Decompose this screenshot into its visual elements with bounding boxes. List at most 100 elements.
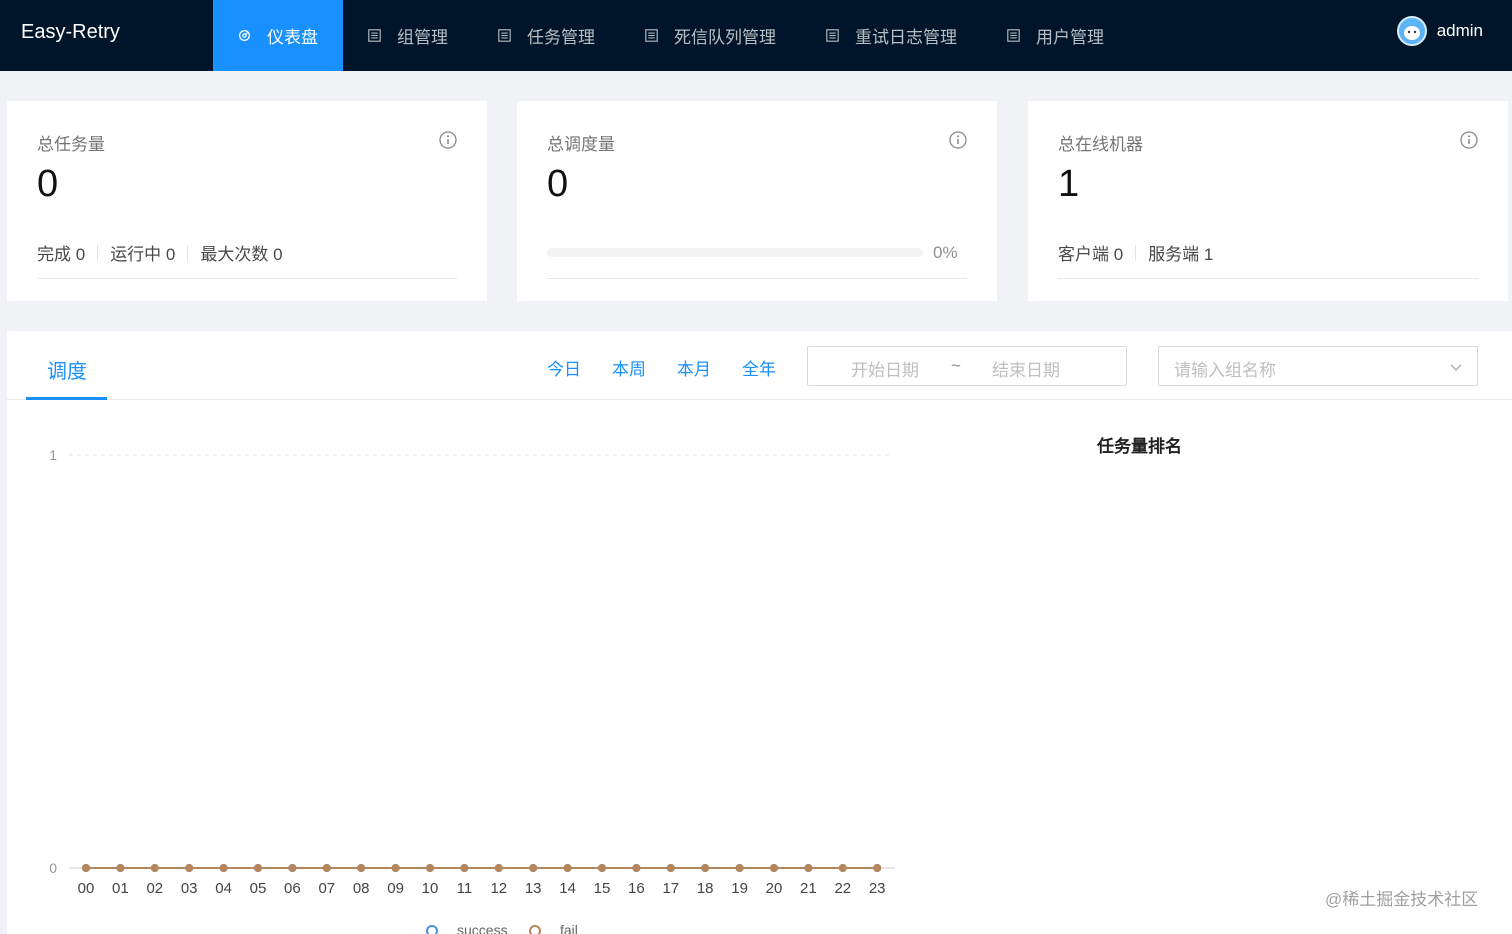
- x-tick-label: 14: [559, 880, 576, 897]
- divider: [97, 244, 99, 261]
- list-icon: [645, 29, 658, 42]
- data-point-fail: [460, 864, 469, 872]
- x-tick-label: 12: [490, 880, 507, 897]
- x-tick-label: 00: [78, 880, 95, 897]
- list-icon: [498, 29, 511, 42]
- stat-client: 客户端 0: [1058, 245, 1124, 264]
- data-point-fail: [735, 864, 744, 872]
- tab-dispatch[interactable]: 调度: [47, 355, 87, 384]
- nav-label: 死信队列管理: [674, 28, 776, 47]
- x-tick-label: 05: [250, 880, 267, 897]
- data-point-fail: [219, 864, 228, 872]
- stat-max-retries: 最大次数 0: [200, 245, 283, 264]
- info-icon[interactable]: [949, 131, 967, 149]
- group-select-placeholder: 请输入组名称: [1174, 361, 1276, 380]
- stat-server: 服务端 1: [1148, 245, 1214, 264]
- range-month[interactable]: 本月: [677, 355, 711, 380]
- divider: [37, 278, 457, 279]
- x-tick-label: 18: [697, 880, 714, 897]
- progress-bar: [547, 248, 923, 257]
- nav-label: 仪表盘: [267, 28, 318, 47]
- app-logo[interactable]: Easy-Retry: [21, 19, 120, 45]
- legend-label-success: success: [457, 922, 508, 934]
- data-point-fail: [322, 864, 331, 872]
- nav-item-dead-letter-queue[interactable]: 死信队列管理: [620, 0, 801, 71]
- nav-item-dashboard[interactable]: 仪表盘: [213, 0, 343, 71]
- nav-item-group-management[interactable]: 组管理: [343, 0, 473, 71]
- info-icon[interactable]: [1460, 131, 1478, 149]
- data-point-fail: [838, 864, 847, 872]
- group-select[interactable]: 请输入组名称: [1158, 346, 1478, 386]
- list-icon: [1007, 29, 1020, 42]
- x-tick-label: 15: [594, 880, 611, 897]
- list-icon: [826, 29, 839, 42]
- data-point-fail: [185, 864, 194, 872]
- info-icon[interactable]: [439, 131, 457, 149]
- avatar-face-icon: [1403, 26, 1420, 40]
- card-title: 总任务量: [37, 135, 105, 154]
- y-tick-label: 1: [49, 447, 57, 463]
- nav-item-task-management[interactable]: 任务管理: [473, 0, 620, 71]
- dispatch-panel: 调度 今日 本周 本月 全年 开始日期 ~ 结束日期 请输入组名称 任务量排名 …: [7, 331, 1512, 934]
- range-today[interactable]: 今日: [547, 355, 581, 380]
- data-point-fail: [563, 864, 572, 872]
- username: admin: [1436, 21, 1483, 40]
- data-point-fail: [632, 864, 641, 872]
- data-point-fail: [357, 864, 366, 872]
- nav-item-user-management[interactable]: 用户管理: [982, 0, 1129, 71]
- card-value: 0: [37, 163, 59, 205]
- x-tick-label: 23: [869, 880, 886, 897]
- data-point-fail: [391, 864, 400, 872]
- list-icon: [368, 29, 381, 42]
- data-point-fail: [873, 864, 882, 872]
- nav-label: 重试日志管理: [855, 28, 957, 47]
- nav-item-retry-log[interactable]: 重试日志管理: [801, 0, 982, 71]
- divider: [187, 244, 189, 261]
- avatar: [1396, 16, 1427, 46]
- rank-title: 任务量排名: [1097, 437, 1182, 456]
- card-footer-stats: 完成 0 运行中 0 最大次数 0: [37, 240, 283, 265]
- progress-percent: 0%: [933, 243, 958, 262]
- main-nav: 仪表盘 组管理 任务管理 死信队列管理 重试日志管理 用户管理: [213, 0, 1129, 71]
- x-tick-label: 02: [146, 880, 163, 897]
- card-value: 0: [547, 163, 569, 205]
- range-year[interactable]: 全年: [742, 355, 776, 380]
- range-week[interactable]: 本周: [612, 355, 646, 380]
- x-tick-label: 16: [628, 880, 645, 897]
- card-title: 总在线机器: [1058, 135, 1143, 154]
- data-point-fail: [529, 864, 538, 872]
- x-tick-label: 17: [662, 880, 679, 897]
- nav-label: 组管理: [397, 28, 448, 47]
- x-tick-label: 11: [457, 880, 473, 897]
- divider: [1058, 278, 1478, 279]
- data-point-fail: [804, 864, 813, 872]
- chevron-down-icon: [1450, 364, 1462, 371]
- x-tick-label: 06: [284, 880, 301, 897]
- divider: [547, 278, 967, 279]
- x-tick-label: 21: [800, 880, 817, 897]
- nav-label: 任务管理: [527, 28, 595, 47]
- x-tick-label: 10: [422, 880, 439, 897]
- card-total-tasks: 总任务量 0 完成 0 运行中 0 最大次数 0: [7, 101, 487, 301]
- stat-completed: 完成 0: [37, 245, 86, 264]
- date-range-picker[interactable]: 开始日期 ~ 结束日期: [807, 346, 1127, 386]
- start-date-input[interactable]: 开始日期: [851, 356, 919, 381]
- data-point-fail: [254, 864, 262, 872]
- x-tick-label: 22: [834, 880, 851, 897]
- x-tick-label: 08: [353, 880, 370, 897]
- card-online-machines: 总在线机器 1 客户端 0 服务端 1: [1028, 101, 1508, 301]
- x-tick-label: 09: [387, 880, 404, 897]
- end-date-input[interactable]: 结束日期: [992, 356, 1060, 381]
- stat-running: 运行中 0: [110, 245, 176, 264]
- watermark: @稀土掘金技术社区: [1325, 890, 1479, 909]
- y-tick-label: 0: [49, 860, 57, 876]
- data-point-fail: [770, 864, 778, 872]
- user-menu[interactable]: admin: [1396, 16, 1483, 46]
- divider: [1135, 244, 1137, 261]
- data-point-fail: [288, 864, 297, 872]
- card-total-dispatch: 总调度量 0 0%: [517, 101, 997, 301]
- x-tick-label: 19: [731, 880, 748, 897]
- nav-label: 用户管理: [1036, 28, 1104, 47]
- x-tick-label: 07: [318, 880, 335, 897]
- card-title: 总调度量: [547, 135, 615, 154]
